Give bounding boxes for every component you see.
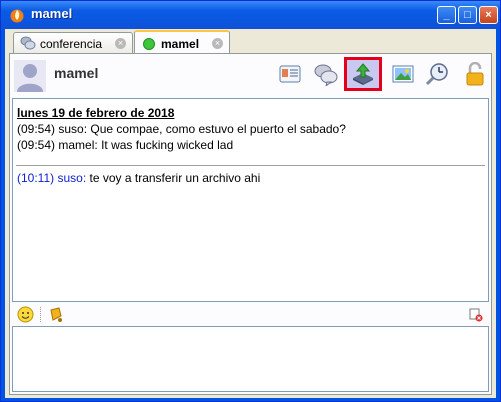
message-input[interactable] <box>12 326 489 392</box>
clear-history-icon[interactable] <box>469 308 483 322</box>
view-profile-button[interactable] <box>271 57 309 91</box>
tab-mamel[interactable]: mamel × <box>134 30 230 55</box>
conference-tab-icon <box>20 36 36 50</box>
app-flame-icon <box>10 9 24 23</box>
message-time: (09:54) <box>17 138 56 152</box>
message-time: (09:54) <box>17 122 56 136</box>
invite-conference-button[interactable] <box>307 57 345 91</box>
chat-message: (09:54) mamel: It was fucking wicked lad <box>17 138 233 152</box>
smiley-icon[interactable] <box>17 306 34 323</box>
title-bar[interactable]: mamel _ □ × <box>1 1 500 29</box>
send-file-icon <box>353 63 373 85</box>
close-window-button[interactable]: × <box>479 6 498 24</box>
window-title: mamel <box>31 6 73 21</box>
nudge-bell-icon[interactable] <box>47 306 64 323</box>
history-separator <box>16 165 485 166</box>
chat-message: (10:11) suso: te voy a transferir un arc… <box>17 171 260 185</box>
chat-message: (09:54) suso: Que compae, como estuvo el… <box>17 122 346 136</box>
message-text: It was fucking wicked lad <box>101 138 234 152</box>
message-text: te voy a transferir un archivo ahi <box>89 171 261 185</box>
picture-icon <box>392 65 414 83</box>
history-button[interactable] <box>418 57 456 91</box>
chat-history[interactable]: lunes 19 de febrero de 2018 (09:54) suso… <box>12 98 489 302</box>
conversation-panel: mamel lunes 19 de febrero de 2018 (09:54… <box>9 53 492 395</box>
toolbar-divider <box>40 307 42 322</box>
contact-name: mamel <box>54 65 99 81</box>
window-client-area: conferencia × mamel × mamel lunes 19 de … <box>5 29 496 398</box>
send-file-button[interactable] <box>344 57 382 91</box>
chat-window: mamel _ □ × conferencia × mamel × mamel … <box>0 0 501 402</box>
close-tab-icon[interactable]: × <box>115 38 126 49</box>
message-text: Que compae, como estuvo el puerto el sab… <box>90 122 346 136</box>
tab-conferencia[interactable]: conferencia × <box>13 32 133 54</box>
conference-icon <box>314 64 338 86</box>
close-tab-icon[interactable]: × <box>212 38 223 49</box>
input-toolbar <box>12 303 489 325</box>
message-time: (10:11) <box>17 171 55 185</box>
avatar <box>14 60 46 92</box>
chat-date-header: lunes 19 de febrero de 2018 <box>17 106 175 120</box>
online-status-icon <box>143 38 155 50</box>
tab-label: conferencia <box>40 37 103 51</box>
vcard-icon <box>279 65 301 83</box>
maximize-button[interactable]: □ <box>458 6 477 24</box>
history-icon <box>425 63 448 86</box>
unlocked-padlock-icon <box>466 62 484 86</box>
send-picture-button[interactable] <box>384 57 422 91</box>
minimize-button[interactable]: _ <box>437 6 456 24</box>
tab-label: mamel <box>161 37 200 51</box>
message-sender: suso: <box>57 171 87 185</box>
message-sender: suso: <box>58 122 88 136</box>
message-sender: mamel: <box>58 138 98 152</box>
encryption-button[interactable] <box>456 57 494 91</box>
